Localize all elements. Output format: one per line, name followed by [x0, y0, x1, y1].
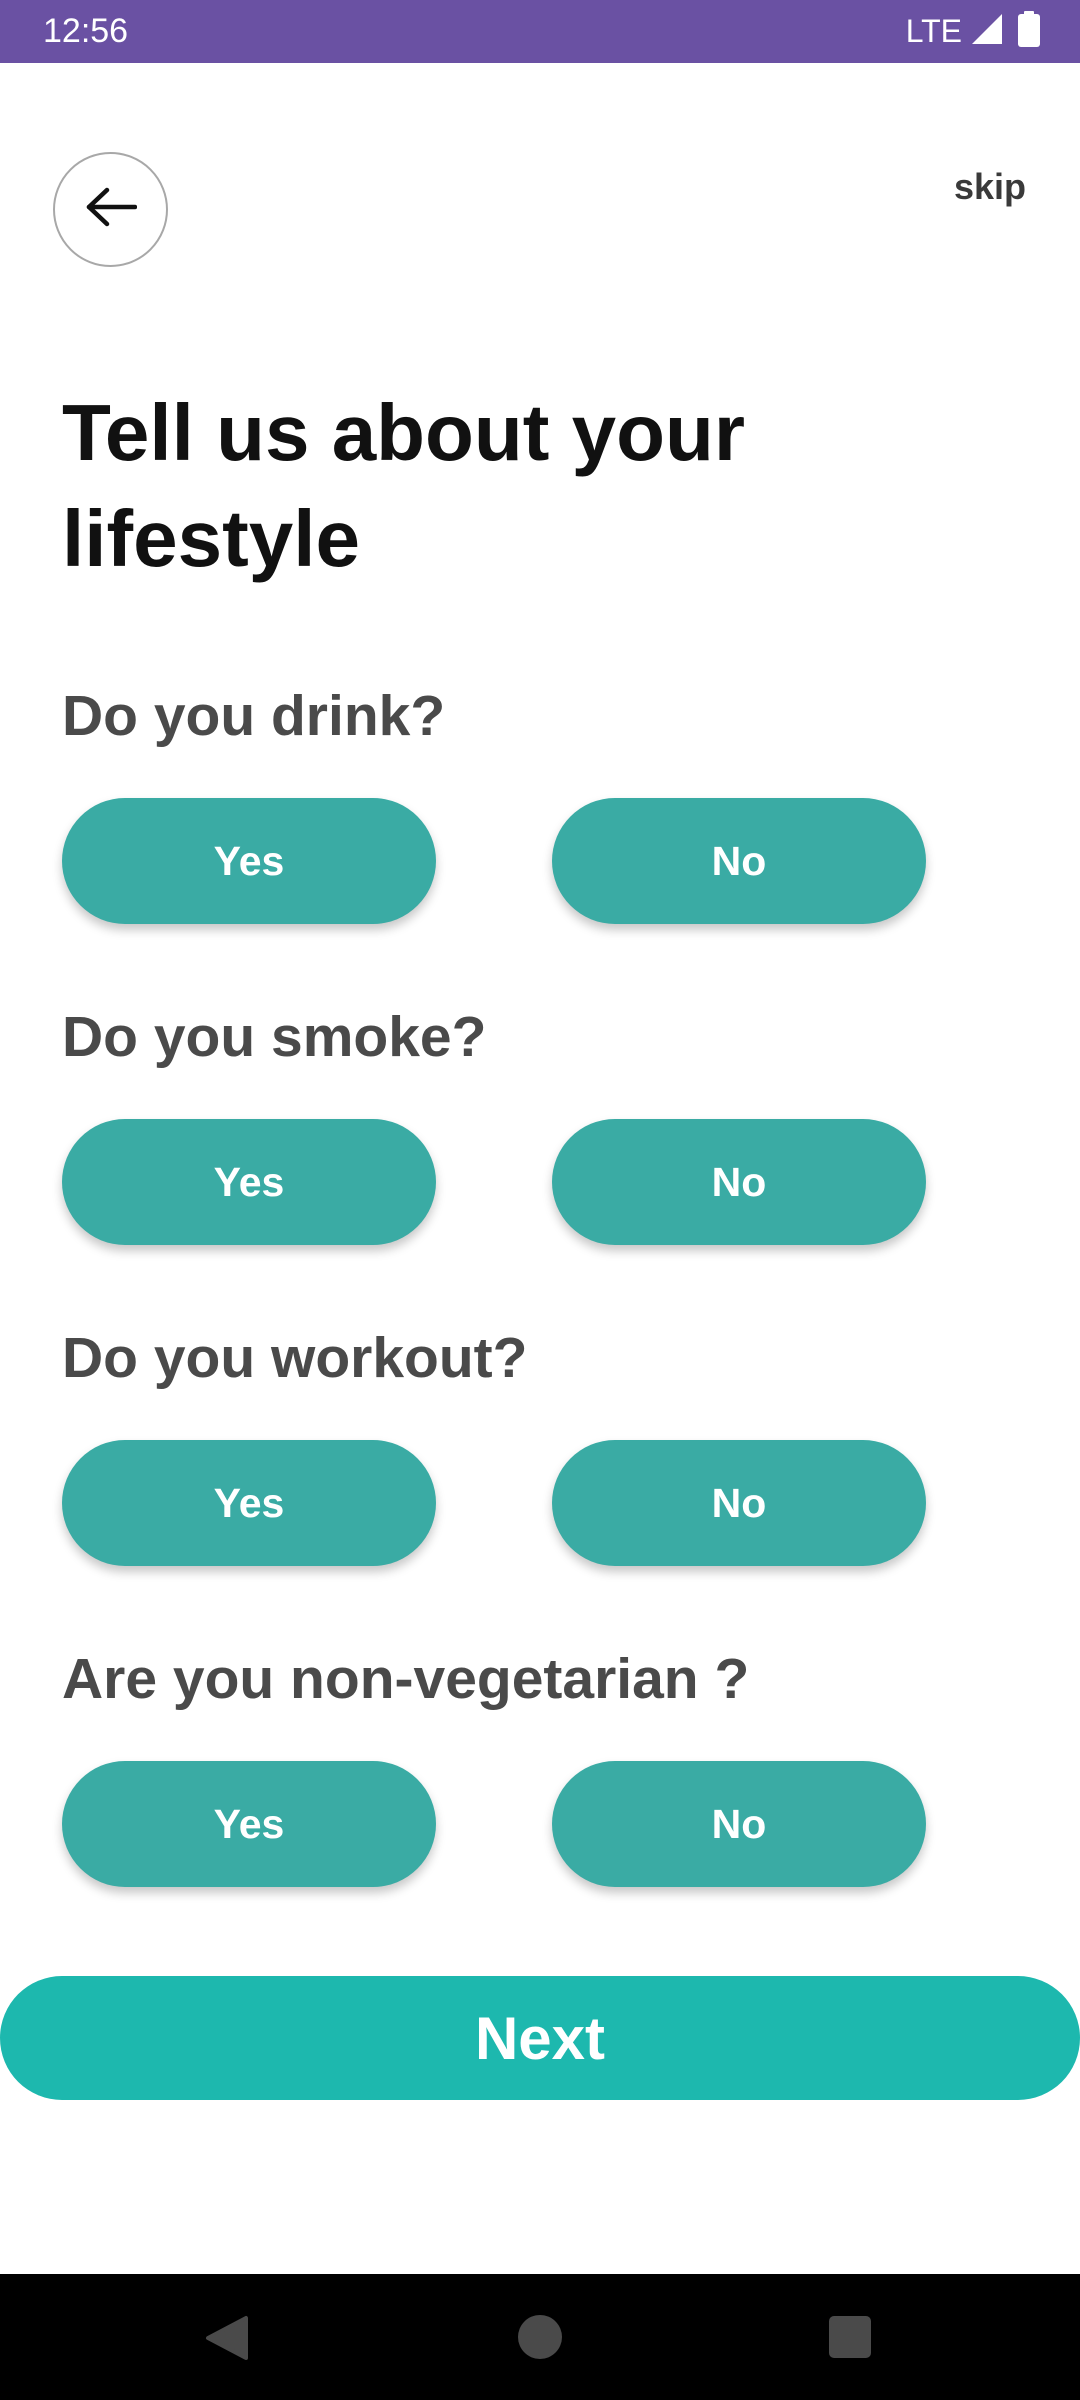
- skip-link[interactable]: skip: [954, 166, 1026, 208]
- workout-no-button[interactable]: No: [552, 1440, 926, 1566]
- status-time: 12:56: [43, 12, 129, 50]
- arrow-left-icon: [85, 187, 137, 232]
- workout-yes-button[interactable]: Yes: [62, 1440, 436, 1566]
- non-vegetarian-no-button[interactable]: No: [552, 1761, 926, 1887]
- smoke-yes-button[interactable]: Yes: [62, 1119, 436, 1245]
- question-smoke: Do you smoke?: [62, 1005, 487, 1069]
- back-button[interactable]: [53, 152, 168, 267]
- nav-back-icon[interactable]: [204, 2314, 252, 2367]
- nav-home-icon[interactable]: [518, 2315, 562, 2359]
- network-label: LTE: [905, 12, 962, 49]
- drink-no-button[interactable]: No: [552, 798, 926, 924]
- system-nav-bar: [0, 2274, 1080, 2400]
- question-workout: Do you workout?: [62, 1326, 528, 1390]
- question-non-vegetarian: Are you non-vegetarian ?: [62, 1647, 750, 1711]
- signal-icon: [970, 12, 1004, 51]
- nav-recents-icon[interactable]: [829, 2316, 871, 2358]
- smoke-no-button[interactable]: No: [552, 1119, 926, 1245]
- non-vegetarian-yes-button[interactable]: Yes: [62, 1761, 436, 1887]
- next-button[interactable]: Next: [0, 1976, 1080, 2100]
- page-title: Tell us about your lifestyle: [62, 388, 746, 583]
- battery-icon: [1018, 10, 1040, 52]
- status-bar: 12:56 LTE: [0, 0, 1080, 63]
- question-drink: Do you drink?: [62, 684, 446, 748]
- drink-yes-button[interactable]: Yes: [62, 798, 436, 924]
- status-indicators: LTE: [906, 10, 1040, 52]
